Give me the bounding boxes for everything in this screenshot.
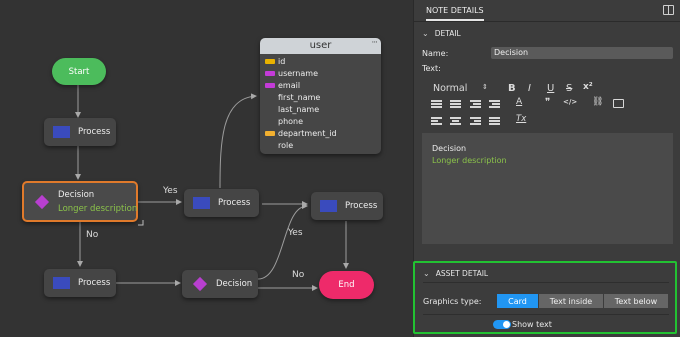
align-right-icon[interactable] [470,117,481,126]
quote-button[interactable]: ❞ [545,97,550,108]
column-name: role [278,140,294,150]
graphics-option-text-inside[interactable]: Text inside [539,294,603,308]
table-name: user [309,40,332,51]
process-icon [193,197,210,209]
bullet-list-icon[interactable] [450,100,461,109]
process-icon [53,126,70,138]
decision-node[interactable]: Decision [182,270,258,298]
column-name: id [278,56,286,66]
name-field[interactable]: Decision [491,47,673,59]
chevron-down-icon: ⌄ [422,29,429,38]
rich-text-editor[interactable]: Decision Longer description [422,133,673,244]
superscript-button[interactable]: x² [583,82,593,92]
node-label: Process [345,201,378,211]
text-color-button[interactable]: A [516,97,522,107]
column-name: last_name [278,104,320,114]
process-node[interactable]: Process [44,269,116,297]
panel-layout-icon[interactable] [663,5,674,15]
table-column-row[interactable]: role [260,139,381,151]
bold-button[interactable]: B [508,83,516,94]
chevron-down-icon: ⌄ [423,269,430,278]
diagram-canvas[interactable]: Yes No Yes No Start End Process Decision… [0,0,412,337]
strike-button[interactable]: S [566,83,572,94]
editor-line: Decision [432,144,467,153]
clear-format-button[interactable]: Tx [516,114,526,124]
show-text-toggle[interactable] [493,320,511,329]
column-name: username [278,68,318,78]
outdent-icon[interactable] [470,100,481,109]
select-arrows-icon[interactable]: ⇕ [482,83,488,91]
dots-icon[interactable]: ··· [371,35,378,51]
table-column-row[interactable]: username [260,67,381,79]
indent-icon[interactable] [489,100,500,109]
divider [423,314,669,315]
align-justify-icon[interactable] [489,117,500,126]
edge-decision2-process [257,203,308,280]
table-column-row[interactable]: id [260,55,381,67]
column-name: email [278,80,301,90]
node-label: Decision [216,279,253,289]
node-label: Process [78,127,111,137]
end-node[interactable]: End [319,271,374,299]
table-column-row[interactable]: last_name [260,103,381,115]
key-icon [265,130,278,136]
process-node[interactable]: Process [311,192,383,220]
tab-note-details[interactable]: NOTE DETAILS [426,6,484,21]
start-node[interactable]: Start [52,58,106,85]
graphics-type-label: Graphics type: [423,297,482,306]
asset-section-header[interactable]: ⌄ ASSET DETAIL [423,269,488,278]
node-label: Process [78,278,111,288]
edge-process-table [219,93,257,189]
key-icon [265,82,278,88]
show-text-label: Show text [512,320,552,329]
decision-icon [34,194,50,209]
node-description: Longer description [58,203,138,214]
graphics-option-card[interactable]: Card [497,294,538,308]
process-node[interactable]: Process [44,118,116,146]
ordered-list-icon[interactable] [431,100,442,109]
asset-detail-section: ⌄ ASSET DETAIL Graphics type: Card Text … [413,261,677,334]
section-title: ASSET DETAIL [435,269,489,278]
decision-icon [192,276,208,292]
table-column-row[interactable]: phone [260,115,381,127]
edge-label-no: No [292,270,305,280]
process-icon [320,200,337,212]
table-column-row[interactable]: department_id [260,127,381,139]
process-icon [53,277,70,289]
edge-label-no: No [86,230,99,240]
text-label: Text: [422,64,441,73]
image-icon[interactable] [613,99,624,108]
detail-section-header[interactable]: ⌄ DETAIL [422,29,461,38]
node-label: Process [218,198,251,208]
column-name: phone [278,116,304,126]
key-icon [265,58,278,64]
key-icon [265,70,278,76]
decision-node-selected[interactable]: Decision Longer description [22,181,138,222]
table-header[interactable]: user ··· [260,38,381,54]
table-column-row[interactable]: first_name [260,91,381,103]
edge-label-yes: Yes [288,228,303,238]
align-center-icon[interactable] [450,117,461,126]
resize-handle [138,220,144,226]
italic-button[interactable]: I [528,83,531,94]
code-button[interactable]: </> [563,98,577,106]
align-left-icon[interactable] [431,117,442,126]
column-name: department_id [278,128,337,138]
divider [423,282,669,283]
graphics-option-text-below[interactable]: Text below [604,294,668,308]
format-select[interactable]: Normal [433,83,467,94]
table-column-row[interactable]: email [260,79,381,91]
underline-button[interactable]: U [547,83,554,94]
editor-line: Longer description [432,156,507,165]
process-node[interactable]: Process [184,189,259,217]
column-name: first_name [278,92,321,102]
entity-table-user[interactable]: user ··· id username email first_name last_n… [260,38,381,154]
link-icon[interactable]: ⛓ [592,97,603,107]
name-label: Name: [422,49,449,58]
panel-tabbar: NOTE DETAILS [414,0,680,22]
edge-label-yes: Yes [163,186,178,196]
section-title: DETAIL [434,29,461,38]
node-title: Decision [58,189,95,200]
